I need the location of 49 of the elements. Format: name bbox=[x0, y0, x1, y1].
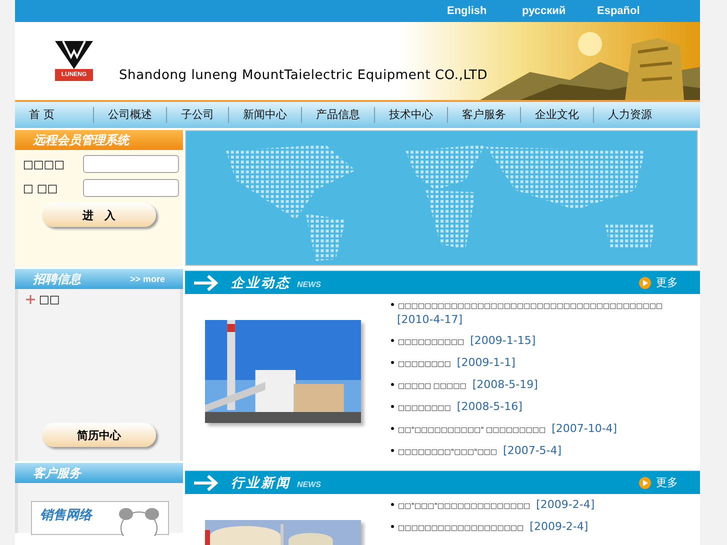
arrow-icon bbox=[193, 474, 219, 490]
bullet-icon bbox=[391, 361, 394, 364]
bullet-icon bbox=[391, 427, 394, 430]
nav-link[interactable]: 新闻中心 bbox=[229, 107, 302, 123]
section-title: 企业动态 bbox=[231, 274, 291, 292]
section-tag: NEWS bbox=[297, 480, 321, 489]
bullet-icon bbox=[391, 339, 394, 342]
play-icon bbox=[639, 476, 651, 488]
resume-button[interactable]: 简历中心 bbox=[42, 423, 156, 447]
section-tag: NEWS bbox=[297, 280, 321, 289]
panel-title: 远程会员管理系统 bbox=[33, 132, 129, 148]
nav-link[interactable]: 子公司 bbox=[167, 107, 229, 123]
panel-title: 客户服务 bbox=[33, 464, 81, 482]
bullet-icon bbox=[26, 295, 35, 304]
sales-banner[interactable]: 销售网络 bbox=[31, 501, 169, 535]
bullet-icon bbox=[391, 525, 394, 528]
input-field[interactable] bbox=[83, 179, 179, 197]
bullet-icon bbox=[391, 503, 394, 506]
nav-link[interactable]: 公司概述 bbox=[94, 107, 167, 123]
news-date: [2008-5-19] bbox=[472, 378, 538, 392]
company-name: Shandong luneng MountTaielectric Equipment CO.,LTD bbox=[119, 68, 488, 82]
bullet-icon bbox=[391, 405, 394, 408]
bullet-icon bbox=[391, 449, 394, 452]
news-date: [2009-2-4] bbox=[536, 498, 595, 512]
banner-text: 销售网络 bbox=[40, 507, 92, 524]
news-date: [2007-5-4] bbox=[503, 444, 562, 458]
nav-link[interactable]: 技术中心 bbox=[375, 107, 448, 123]
section-title: 行业新闻 bbox=[231, 474, 291, 492]
login-button[interactable]: 进 入 bbox=[42, 203, 156, 227]
bullet-icon bbox=[391, 303, 394, 306]
job-link[interactable]: □□ bbox=[39, 293, 60, 306]
panel-title: 招聘信息 bbox=[33, 270, 81, 288]
field-label: □ □□ bbox=[23, 182, 58, 194]
nav-link[interactable]: 人力资源 bbox=[594, 107, 666, 123]
input-field[interactable] bbox=[83, 155, 179, 173]
news-date: [2009-1-15] bbox=[470, 334, 536, 348]
news-date: [2007-10-4] bbox=[552, 422, 618, 436]
nav-link[interactable]: 产品信息 bbox=[302, 107, 375, 123]
nav-link[interactable]: 企业文化 bbox=[521, 107, 594, 123]
play-icon bbox=[639, 276, 651, 288]
news-date: [2010-4-17] bbox=[397, 313, 463, 327]
field-label: □□□□ bbox=[23, 158, 65, 170]
arrow-icon bbox=[193, 274, 219, 290]
bullet-icon bbox=[391, 383, 394, 386]
nav-link[interactable]: 客户服务 bbox=[448, 107, 521, 123]
news-date: [2009-2-4] bbox=[530, 520, 588, 534]
news-date: [2008-5-16] bbox=[456, 400, 522, 414]
nav-link[interactable]: 首 页 bbox=[15, 107, 94, 123]
news-date: [2009-1-1] bbox=[456, 356, 516, 370]
